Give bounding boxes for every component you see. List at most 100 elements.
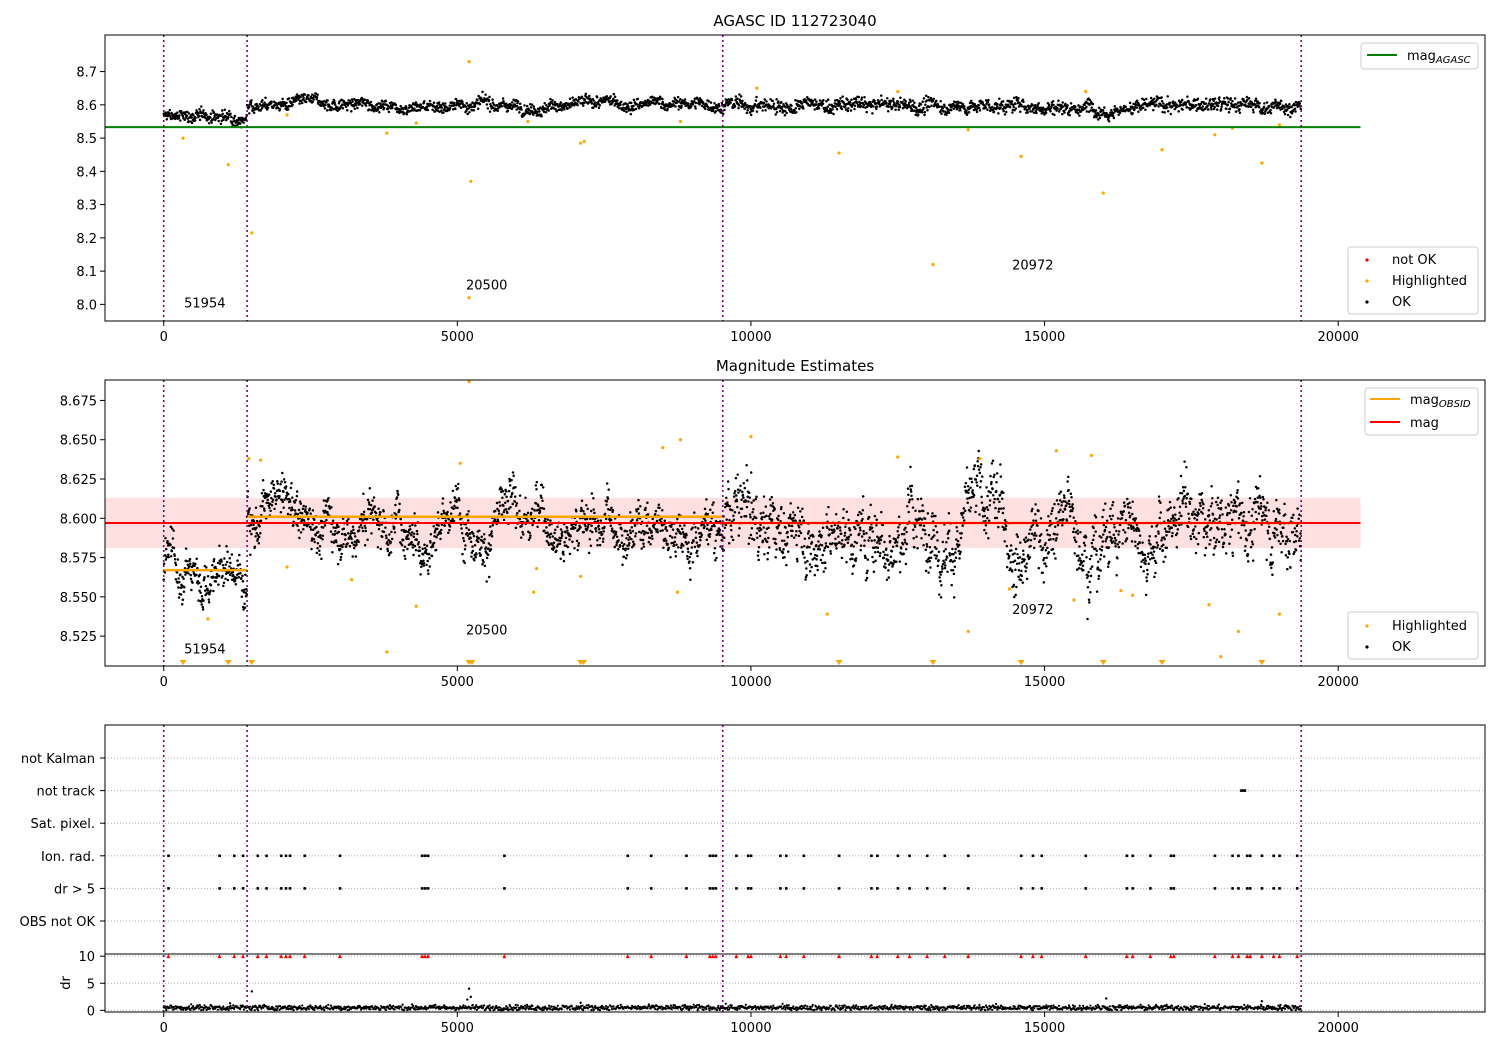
ok-point <box>839 532 843 536</box>
ok-point <box>821 553 824 557</box>
ok-point <box>362 492 365 496</box>
ok-point <box>776 518 780 521</box>
ok-point <box>840 542 843 545</box>
ok-point <box>969 486 972 489</box>
ok-point <box>447 517 450 521</box>
ok-point <box>427 572 430 576</box>
highlighted-point <box>526 119 530 124</box>
ok-point <box>507 489 511 493</box>
ok-point <box>802 107 805 110</box>
ok-point <box>465 526 468 530</box>
ok-point <box>466 513 469 516</box>
ok-point <box>677 108 680 111</box>
ok-point <box>732 518 736 521</box>
ok-point <box>1269 108 1272 112</box>
ok-point <box>501 97 505 100</box>
ok-point <box>956 539 960 543</box>
ok-point <box>715 556 718 560</box>
ok-point <box>172 546 176 550</box>
ok-point <box>979 480 983 483</box>
ok-point <box>573 526 577 530</box>
ok-point <box>521 530 524 534</box>
ok-point <box>855 541 859 545</box>
ok-point <box>884 566 887 569</box>
ok-point <box>752 508 755 511</box>
ok-point <box>354 103 358 107</box>
ok-point <box>529 511 533 515</box>
ok-point <box>595 103 598 107</box>
ok-point <box>922 97 926 100</box>
ok-point <box>641 538 645 542</box>
ok-point <box>425 548 428 552</box>
ok-point <box>551 99 554 102</box>
ok-point <box>609 508 612 512</box>
ok-point <box>680 104 683 108</box>
ok-point <box>720 101 724 105</box>
ok-point <box>770 495 774 499</box>
ok-point <box>675 543 678 547</box>
ok-point <box>719 108 723 111</box>
ok-point <box>189 562 192 566</box>
ok-point <box>810 565 813 569</box>
ok-point <box>562 559 566 563</box>
ok-point <box>754 99 758 102</box>
ok-point <box>441 502 444 505</box>
ok-point <box>201 605 205 609</box>
ok-point <box>711 511 715 515</box>
ok-point <box>431 108 434 111</box>
ok-point <box>310 547 313 551</box>
ok-point <box>726 480 730 483</box>
ok-point <box>677 546 680 549</box>
ok-point <box>725 496 728 500</box>
ok-point <box>1283 112 1287 116</box>
ok-point <box>350 541 354 545</box>
ok-point <box>939 573 942 576</box>
ok-point <box>448 525 452 528</box>
ok-point <box>187 112 191 115</box>
ok-point <box>421 547 424 551</box>
ok-point <box>749 471 753 474</box>
ok-point <box>400 543 404 547</box>
ok-point <box>264 96 267 99</box>
ok-point <box>470 555 473 558</box>
ok-point <box>166 539 169 543</box>
ok-point <box>749 516 752 519</box>
ok-point <box>926 560 929 564</box>
ok-point <box>491 98 494 101</box>
ok-point <box>307 93 310 97</box>
ok-point <box>741 490 744 494</box>
ok-point <box>454 107 457 111</box>
ok-point <box>963 105 966 108</box>
ok-point <box>839 529 842 532</box>
ok-point <box>1206 104 1209 107</box>
ok-point <box>426 559 429 563</box>
ok-point <box>401 538 405 542</box>
ok-point <box>442 511 446 515</box>
ok-point <box>766 557 769 561</box>
ok-point <box>453 504 456 508</box>
ok-point <box>563 108 566 111</box>
ok-point <box>229 112 232 115</box>
ok-point <box>485 580 488 583</box>
ok-point <box>739 484 742 487</box>
ok-point <box>376 108 380 112</box>
ok-point <box>625 110 628 114</box>
ok-point <box>676 95 680 99</box>
ok-point <box>240 576 243 580</box>
ok-point <box>938 593 941 596</box>
ok-point <box>963 485 967 488</box>
ok-point <box>912 528 915 532</box>
ok-point <box>856 513 860 517</box>
ok-point <box>887 569 890 572</box>
ok-point <box>345 545 348 548</box>
ok-point <box>621 547 625 550</box>
ok-point <box>943 566 947 570</box>
ok-point <box>540 483 544 487</box>
ok-point <box>1001 100 1005 103</box>
ok-point <box>255 526 258 529</box>
ok-point <box>781 551 785 555</box>
ok-point <box>289 486 293 490</box>
ok-point <box>634 107 638 111</box>
ok-point <box>805 99 808 103</box>
ok-point <box>194 562 197 566</box>
